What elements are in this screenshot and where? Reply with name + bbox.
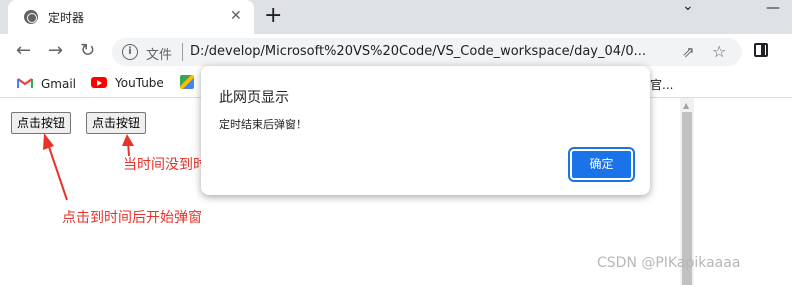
scroll-up-icon[interactable]: ▲ (683, 102, 689, 110)
scheme-label: 文件 (146, 48, 173, 63)
minimize-button[interactable]: — (766, 0, 780, 16)
star-icon[interactable]: ☆ (712, 42, 726, 61)
bookmark-label: Gmail (41, 77, 77, 91)
back-icon[interactable]: ← (16, 41, 31, 61)
dialog-message: 定时结束后弹窗！ (219, 118, 307, 131)
maps-icon (180, 75, 194, 89)
info-icon[interactable]: i (122, 44, 138, 60)
address-bar[interactable]: i 文件 D:/develop/Microsoft%20VS%20Code/VS… (112, 38, 742, 66)
forward-icon[interactable]: → (48, 41, 63, 61)
tab-strip: 定时器 ✕ + ⌄ — (0, 0, 792, 34)
bookmark-maps[interactable] (180, 75, 194, 92)
annotation-start-popup: 点击到时间后开始弹窗 (62, 210, 202, 226)
close-icon[interactable]: ✕ (230, 8, 242, 24)
globe-icon (24, 10, 38, 24)
url-text[interactable]: D:/develop/Microsoft%20VS%20Code/VS_Code… (190, 44, 660, 59)
gmail-icon (17, 78, 33, 88)
browser-tab[interactable]: 定时器 ✕ (8, 0, 254, 34)
url-separator (182, 43, 183, 61)
bookmark-youtube[interactable]: YouTube (91, 76, 164, 90)
tab-title: 定时器 (48, 11, 85, 25)
ok-button[interactable]: 确定 (568, 147, 635, 182)
dialog-title: 此网页显示 (219, 90, 289, 106)
side-panel-icon[interactable] (754, 43, 768, 57)
chevron-down-icon[interactable]: ⌄ (682, 0, 694, 14)
screen: 定时器 ✕ + ⌄ — ← → ↻ i 文件 D:/develop/Micros… (0, 0, 792, 285)
alert-dialog: 此网页显示 定时结束后弹窗！ 确定 (201, 66, 650, 195)
reload-icon[interactable]: ↻ (80, 41, 95, 61)
bookmark-gmail[interactable]: Gmail (17, 76, 76, 91)
share-icon[interactable]: ⇗ (682, 43, 695, 61)
youtube-icon (91, 77, 107, 88)
browser-toolbar: ← → ↻ i 文件 D:/develop/Microsoft%20VS%20C… (0, 34, 792, 70)
watermark: CSDN @PIKapikaaaa (597, 255, 741, 271)
new-tab-button[interactable]: + (264, 4, 282, 28)
bookmark-label: YouTube (115, 76, 164, 90)
bookmark-overflow[interactable]: 官... (650, 76, 673, 93)
